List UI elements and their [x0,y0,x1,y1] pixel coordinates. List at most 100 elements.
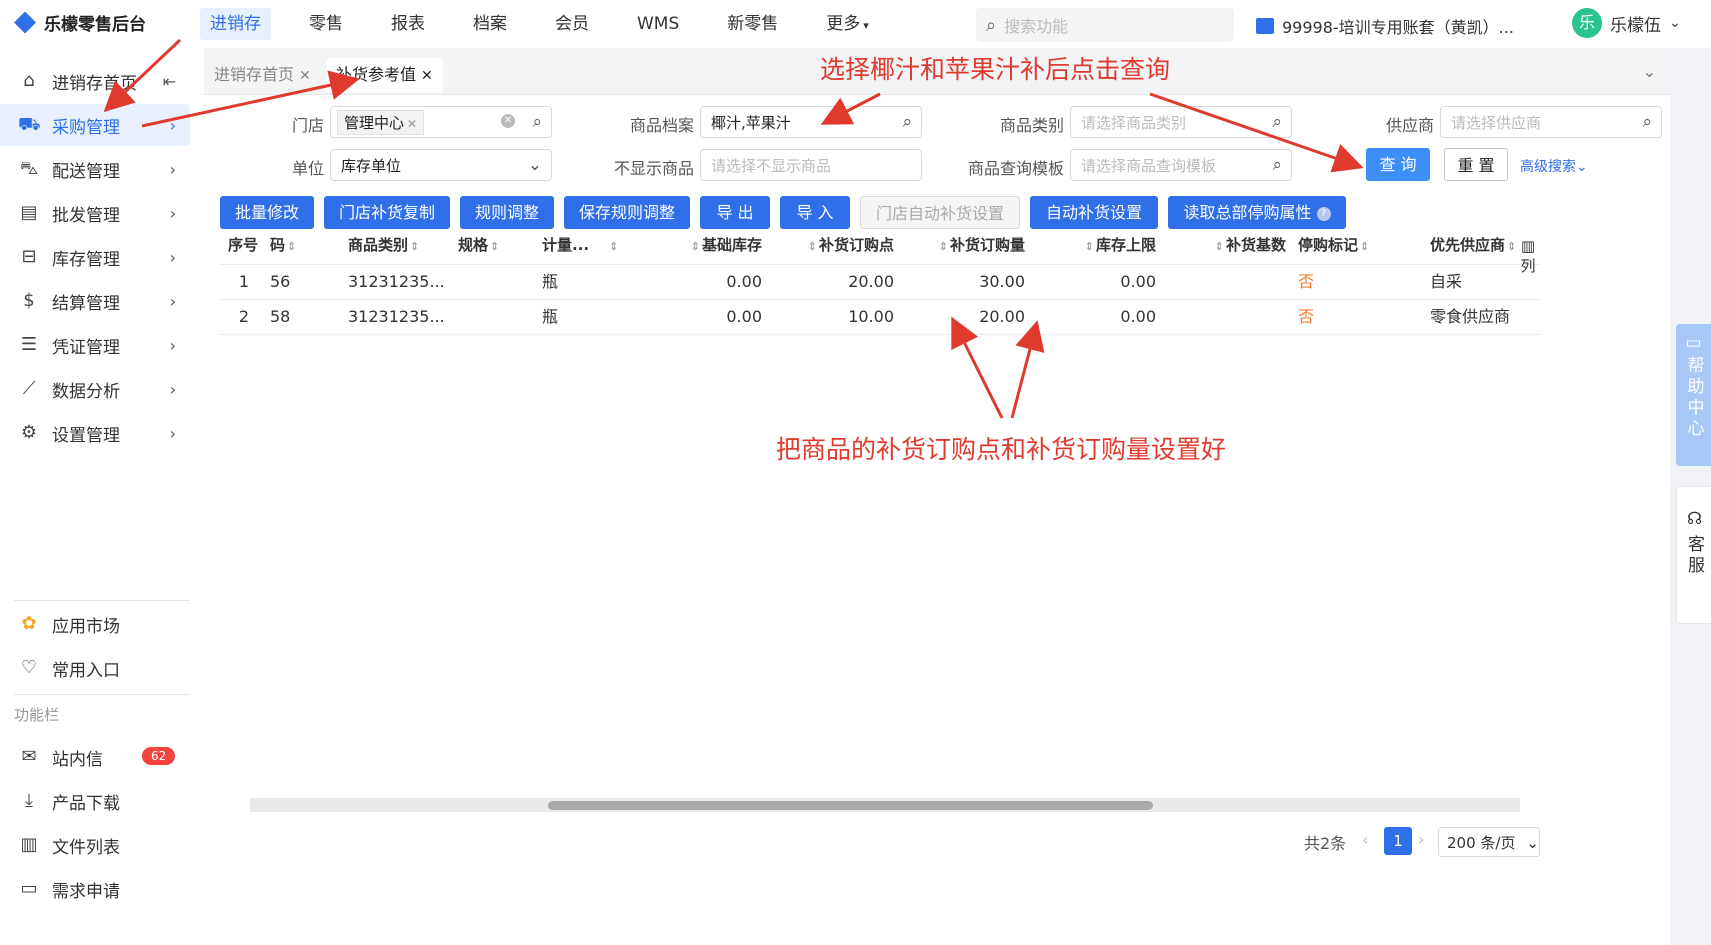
sidebar-item-purchase[interactable]: ⛟ 采购管理 › [0,104,190,146]
hide-goods-input[interactable]: 请选择不显示商品 [700,149,922,181]
sidebar-item-inventory-home[interactable]: ⌂ 进销存首页 ⇤ [0,60,190,102]
cell-reorder-qty[interactable]: 30.00 [910,265,1025,299]
tab-inventory-home[interactable]: 进销存首页 ✕ [204,58,321,92]
store-auto-replenish-button[interactable]: 门店自动补货设置 [860,196,1020,229]
goods-input[interactable]: 椰汁,苹果汁 ⌕ [700,106,922,138]
search-icon[interactable]: ⌕ [1642,112,1652,132]
app-logo[interactable]: 乐檬零售后台 [14,10,146,35]
nav-reports[interactable]: 报表 [381,8,435,40]
page-size-select[interactable]: 200 条/页 ⌄ [1438,827,1540,857]
sidebar-item-requests[interactable]: ▭ 需求申请 [0,868,190,910]
column-settings-button[interactable]: ▥ 列 [1518,237,1538,276]
sidebar-item-label: 凭证管理 [52,337,120,358]
close-icon[interactable]: ✕ [299,68,311,84]
collapse-icon[interactable]: ⇤ [163,72,176,91]
cell-replenish-base[interactable] [1180,300,1286,334]
col-header-stock-upper[interactable]: ⇕ 库存上限 [1050,226,1156,264]
tab-replenish-reference[interactable]: 补货参考值 ✕ [326,58,443,92]
close-icon[interactable]: ✕ [407,117,417,131]
cell-reorder-qty[interactable]: 20.00 [910,300,1025,334]
sidebar-item-download[interactable]: ⤓ 产品下载 [0,780,190,822]
save-rule-adjust-button[interactable]: 保存规则调整 [564,196,690,229]
clear-icon[interactable]: ✕ [501,114,515,128]
sidebar-item-settlement[interactable]: $ 结算管理 › [0,280,190,322]
customer-service-tab[interactable]: ☊ 客服 [1676,486,1711,624]
col-header-code[interactable]: 码 ⇕ [270,226,298,264]
nav-more[interactable]: 更多 ▾ [816,8,879,40]
cell-stock-upper[interactable]: 0.00 [1050,300,1156,334]
nav-members[interactable]: 会员 [545,8,599,40]
supplier-input[interactable]: 请选择供应商 ⌕ [1440,106,1662,138]
nav-archives[interactable]: 档案 [463,8,517,40]
search-icon[interactable]: ⌕ [1272,155,1282,175]
auto-replenish-settings-button[interactable]: 自动补货设置 [1030,196,1158,229]
function-search[interactable]: ⌕ 搜索功能 [976,8,1234,42]
sidebar-item-app-market[interactable]: ✿ 应用市场 [0,603,190,645]
search-icon[interactable]: ⌕ [1272,112,1282,132]
question-icon[interactable]: ? [1316,206,1331,221]
sidebar-item-label: 站内信 [52,749,103,770]
cell-stock-upper[interactable]: 0.00 [1050,265,1156,299]
store-select[interactable]: 管理中心 ✕ ✕ ⌕ [330,106,552,138]
cell-replenish-base[interactable] [1180,265,1286,299]
template-input[interactable]: 请选择商品查询模板 ⌕ [1070,149,1292,181]
unit-select[interactable]: 库存单位 ⌄ [330,149,552,181]
sidebar-item-messages[interactable]: ✉ 站内信 62 [0,736,190,778]
cart-icon: ⛟ [18,114,41,135]
chevron-down-icon[interactable]: ⌄ [1643,62,1656,81]
help-center-tab[interactable]: ▭ 帮助中心 [1676,324,1711,466]
sidebar-item-stock[interactable]: ⊟ 库存管理 › [0,236,190,278]
prev-page-icon[interactable]: ‹ [1362,830,1368,849]
nav-new-retail[interactable]: 新零售 [717,8,788,40]
horizontal-scrollbar[interactable] [250,798,1520,812]
cell-reorder-point[interactable]: 20.00 [780,265,894,299]
search-icon[interactable]: ⌕ [902,112,912,132]
cell-base-stock: 0.00 [726,307,762,326]
col-header-reorder-qty[interactable]: ⇕ 补货订购量 [910,226,1025,264]
category-input[interactable]: 请选择商品类别 ⌕ [1070,106,1292,138]
col-header-category[interactable]: 商品类别 ⇕ [348,226,421,264]
col-header-unit[interactable]: 计量... ⇕ [542,226,620,264]
chevron-right-icon: › [169,335,176,355]
sidebar-item-wholesale[interactable]: ▤ 批发管理 › [0,192,190,234]
export-button[interactable]: 导 出 [700,196,770,229]
cell-reorder-point[interactable]: 10.00 [780,300,894,334]
cell-index: 2 [238,307,250,326]
sidebar-item-distribution[interactable]: ⛍ 配送管理 › [0,148,190,190]
col-header-base-stock[interactable]: ⇕ 基础库存 [668,226,762,264]
read-hq-stop-purchase-button[interactable]: 读取总部停购属性 ? [1168,196,1346,229]
account-switcher[interactable]: 99998-培训专用账套（黄凯）... [1256,14,1514,38]
col-header-reorder-point[interactable]: ⇕ 补货订购点 [780,226,894,264]
nav-retail[interactable]: 零售 [299,8,353,40]
scrollbar-thumb[interactable] [548,801,1153,810]
sidebar-item-voucher[interactable]: ☰ 凭证管理 › [0,324,190,366]
user-menu[interactable]: 乐 乐檬伍 ⌄ [1572,8,1681,38]
store-replenish-copy-button[interactable]: 门店补货复制 [324,196,450,229]
reset-button[interactable]: 重 置 [1444,148,1508,181]
sidebar-item-file-list[interactable]: ▥ 文件列表 [0,824,190,866]
col-header-stop-flag[interactable]: 停购标记 ⇕ [1298,226,1371,264]
sidebar-item-settings[interactable]: ⚙ 设置管理 › [0,412,190,454]
logo-icon [14,11,36,34]
rule-adjust-button[interactable]: 规则调整 [460,196,554,229]
search-icon[interactable]: ⌕ [532,112,542,132]
annotation-middle: 把商品的补货订购点和补货订购量设置好 [776,435,1227,464]
sidebar-item-favorites[interactable]: ♡ 常用入口 [0,647,190,689]
chevron-right-icon: › [169,115,176,135]
next-page-icon[interactable]: › [1418,830,1424,849]
sort-icon: ⇕ [1084,240,1094,253]
page-number-button[interactable]: 1 [1384,827,1412,855]
nav-wms[interactable]: WMS [627,8,689,40]
import-button[interactable]: 导 入 [780,196,850,229]
col-header-replenish-base[interactable]: ⇕ 补货基数 [1180,226,1286,264]
close-icon[interactable]: ✕ [421,68,433,84]
advanced-search-link[interactable]: 高级搜索⌄ [1520,156,1588,176]
batch-edit-button[interactable]: 批量修改 [220,196,314,229]
col-header-spec[interactable]: 规格 ⇕ [458,226,501,264]
nav-inventory[interactable]: 进销存 [200,8,271,40]
query-button[interactable]: 查 询 [1366,148,1430,181]
caret-down-icon: ▾ [863,19,869,32]
col-header-preferred-supplier[interactable]: 优先供应商 ⇕ [1430,226,1518,264]
sidebar-item-analytics[interactable]: ⟋ 数据分析 › [0,368,190,410]
category-placeholder: 请选择商品类别 [1081,113,1187,132]
